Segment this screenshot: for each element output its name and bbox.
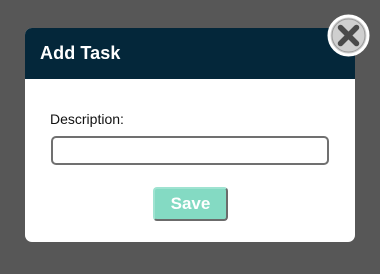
description-input[interactable] bbox=[51, 136, 329, 165]
add-task-dialog: Add Task Description: Save bbox=[25, 28, 355, 242]
save-button[interactable]: Save bbox=[153, 187, 228, 221]
dialog-header: Add Task bbox=[25, 28, 355, 79]
description-label: Description: bbox=[50, 111, 124, 127]
close-icon bbox=[327, 14, 370, 57]
close-button[interactable] bbox=[327, 14, 370, 57]
dialog-title: Add Task bbox=[40, 43, 121, 63]
